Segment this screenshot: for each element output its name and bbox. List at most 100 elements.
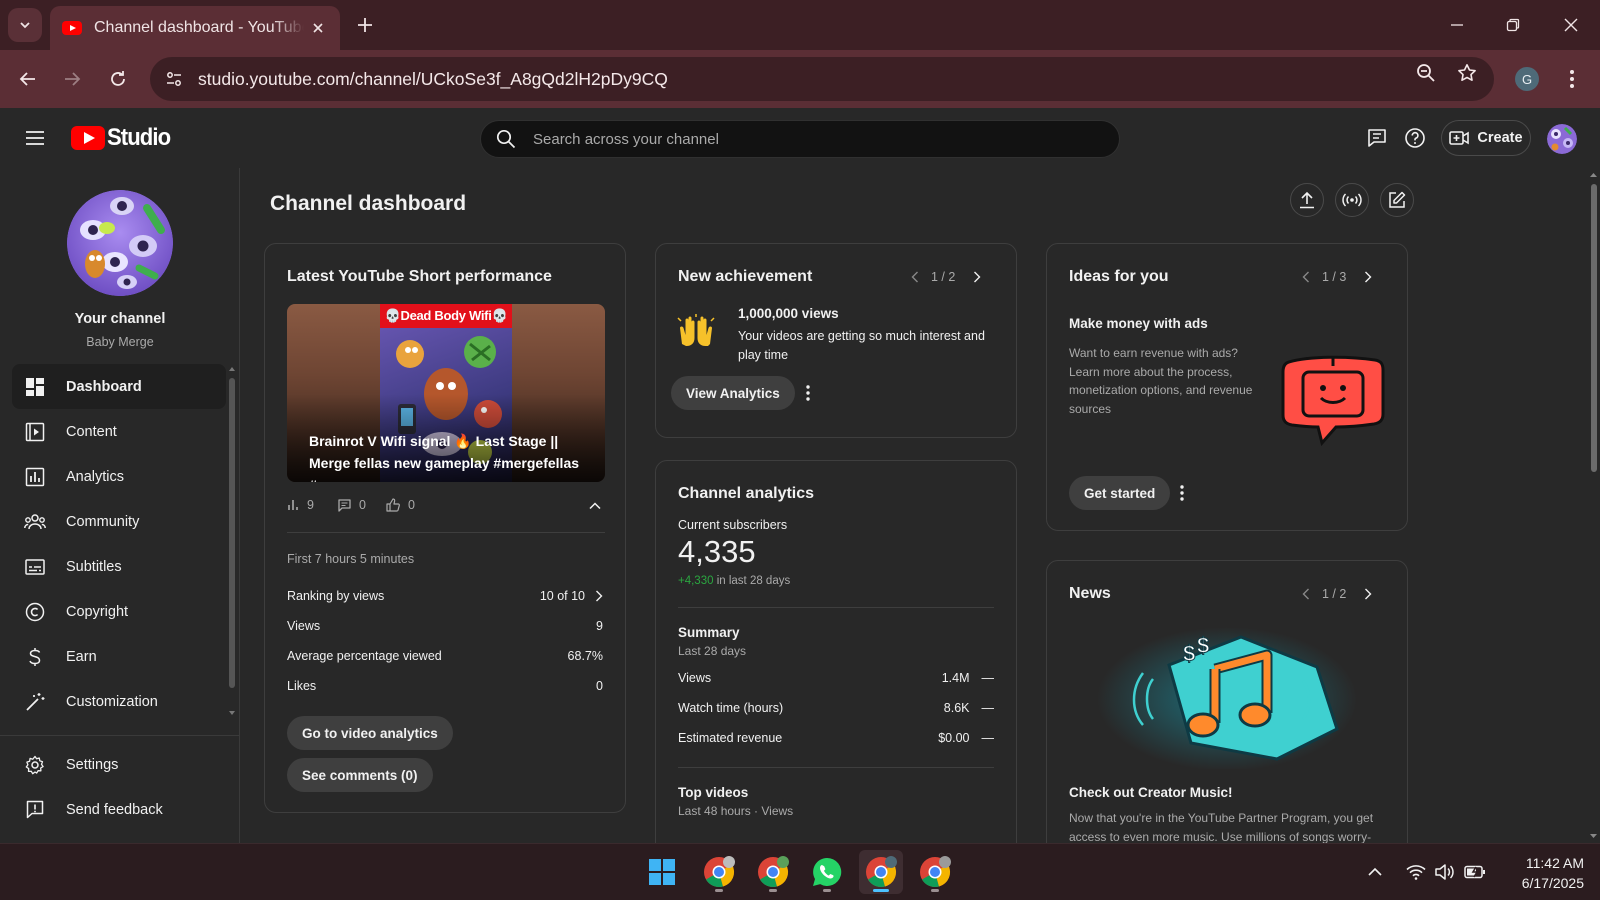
- minimize-button[interactable]: [1434, 8, 1480, 42]
- chevron-right-icon: [596, 590, 603, 602]
- sidebar-item-subtitles[interactable]: Subtitles: [12, 544, 226, 589]
- restore-button[interactable]: [1490, 8, 1536, 42]
- tab-search-button[interactable]: [8, 8, 42, 42]
- achievement-more-icon[interactable]: [798, 381, 818, 405]
- taskbar-chrome-active[interactable]: [859, 850, 903, 894]
- taskbar-chrome-1[interactable]: [697, 850, 741, 894]
- page-scrollbar[interactable]: [1587, 168, 1600, 843]
- channel-avatar[interactable]: [67, 190, 173, 296]
- back-button[interactable]: [13, 64, 43, 94]
- taskbar-chrome-3[interactable]: [913, 850, 957, 894]
- reload-icon: [111, 71, 125, 86]
- short-thumbnail[interactable]: 💀Dead Body Wifi💀 Brainrot V Wifi signal …: [287, 304, 605, 482]
- channel-name: Baby Merge: [86, 335, 154, 349]
- active-indicator: [873, 889, 889, 892]
- tray-overflow-icon[interactable]: [1363, 860, 1387, 884]
- collapse-button[interactable]: [585, 494, 605, 518]
- chevron-right-icon[interactable]: [973, 271, 981, 283]
- taskbar-whatsapp[interactable]: [805, 850, 849, 894]
- sidebar-item-content[interactable]: Content: [12, 409, 226, 454]
- search-input[interactable]: [533, 130, 732, 148]
- chevron-left-icon[interactable]: [911, 271, 919, 283]
- bookmark-star-icon[interactable]: [1454, 60, 1480, 86]
- sidebar-item-earn[interactable]: Earn: [12, 634, 226, 679]
- see-comments-button[interactable]: See comments (0): [287, 758, 433, 792]
- menu-hamburger-icon[interactable]: [22, 126, 48, 150]
- achievement-body: Your videos are getting so much interest…: [738, 329, 985, 362]
- subscribers-delta: +4,330 in last 28 days: [678, 575, 790, 587]
- settings-icon: [24, 754, 46, 776]
- browser-profile-avatar[interactable]: G: [1515, 67, 1539, 91]
- youtube-logo-icon: [71, 126, 105, 150]
- zoom-icon[interactable]: [1413, 60, 1439, 86]
- view-analytics-button[interactable]: View Analytics: [671, 376, 795, 410]
- system-clock[interactable]: 11:42 AM 6/17/2025: [1500, 853, 1584, 893]
- volume-icon[interactable]: [1433, 860, 1457, 884]
- content-icon: [24, 421, 46, 443]
- taskbar-chrome-2[interactable]: [751, 850, 795, 894]
- sidebar-scrollbar[interactable]: [229, 366, 235, 716]
- address-bar[interactable]: studio.youtube.com/channel/UCkoSe3f_A8gQ…: [150, 57, 1494, 101]
- running-indicator: [769, 889, 777, 892]
- go-live-button[interactable]: [1335, 183, 1369, 217]
- chevron-right-icon[interactable]: [1364, 588, 1372, 600]
- summary-period: Last 28 days: [678, 644, 747, 658]
- magic-wand-icon: [24, 691, 46, 713]
- chevron-left-icon[interactable]: [1302, 271, 1310, 283]
- battery-icon[interactable]: [1463, 860, 1487, 884]
- sidebar-scroll-thumb[interactable]: [229, 378, 235, 688]
- sidebar-item-community[interactable]: Community: [12, 499, 226, 544]
- sidebar-item-label: Customization: [66, 693, 158, 710]
- search-box[interactable]: [480, 120, 1120, 158]
- reload-button[interactable]: [103, 64, 133, 94]
- ranking-row[interactable]: Ranking by views 10 of 10: [287, 589, 603, 603]
- comment-icon: [338, 498, 351, 512]
- create-post-button[interactable]: [1380, 183, 1414, 217]
- sidebar-item-customization[interactable]: Customization: [12, 679, 226, 724]
- sidebar-item-analytics[interactable]: Analytics: [12, 454, 226, 499]
- short-comments-stat: 0: [338, 498, 366, 512]
- achievement-headline: 1,000,000 views: [738, 306, 839, 321]
- sidebar-item-dashboard[interactable]: Dashboard: [12, 364, 226, 409]
- forward-button[interactable]: [57, 64, 87, 94]
- ideas-body: Want to earn revenue with ads? Learn mor…: [1069, 346, 1253, 416]
- tab-close-icon[interactable]: [308, 18, 328, 38]
- wifi-icon[interactable]: [1404, 860, 1428, 884]
- browser-tab-active[interactable]: Channel dashboard - YouTube Studio: [50, 6, 340, 50]
- go-to-video-analytics-button[interactable]: Go to video analytics: [287, 716, 453, 750]
- start-button[interactable]: [640, 850, 684, 894]
- subscribers-delta-value: +4,330: [678, 575, 714, 587]
- create-button[interactable]: Create: [1441, 120, 1531, 156]
- browser-tab-bar: Channel dashboard - YouTube Studio: [0, 0, 1600, 50]
- chevron-right-icon[interactable]: [1364, 271, 1372, 283]
- site-info-icon[interactable]: [152, 57, 196, 101]
- short-comments-count: 0: [359, 498, 366, 512]
- url-text[interactable]: studio.youtube.com/channel/UCkoSe3f_A8gQ…: [198, 69, 668, 90]
- sidebar-item-label: Copyright: [66, 603, 129, 620]
- get-started-button[interactable]: Get started: [1069, 476, 1171, 510]
- sidebar-item-copyright[interactable]: Copyright: [12, 589, 226, 634]
- sidebar-item-settings[interactable]: Settings: [12, 742, 226, 787]
- account-avatar[interactable]: [1547, 124, 1577, 154]
- chevron-down-icon: [20, 22, 30, 29]
- sidebar-item-label: Earn: [66, 648, 97, 665]
- minimize-icon: [1451, 24, 1463, 26]
- creator-music-illustration: $ $: [1097, 619, 1357, 769]
- studio-logo[interactable]: Studio: [71, 124, 176, 152]
- messages-icon[interactable]: [1363, 124, 1391, 152]
- search-icon[interactable]: [493, 126, 519, 152]
- upload-button[interactable]: [1290, 183, 1324, 217]
- ideas-more-icon[interactable]: [1172, 481, 1192, 505]
- browser-toolbar: studio.youtube.com/channel/UCkoSe3f_A8gQ…: [0, 50, 1600, 108]
- browser-menu-icon[interactable]: [1560, 65, 1584, 93]
- avg-viewed-label: Average percentage viewed: [287, 649, 442, 663]
- page-scroll-thumb[interactable]: [1591, 184, 1597, 472]
- short-video-title[interactable]: Brainrot V Wifi signal 🔥 Last Stage || M…: [309, 430, 594, 482]
- new-tab-button[interactable]: [352, 12, 378, 38]
- close-window-button[interactable]: [1548, 8, 1594, 42]
- chevron-left-icon[interactable]: [1302, 588, 1310, 600]
- summary-revenue-value: $0.00: [938, 731, 970, 745]
- help-icon[interactable]: [1401, 124, 1429, 152]
- sidebar-item-send-feedback[interactable]: Send feedback: [12, 787, 226, 832]
- live-broadcast-icon: [1342, 193, 1362, 207]
